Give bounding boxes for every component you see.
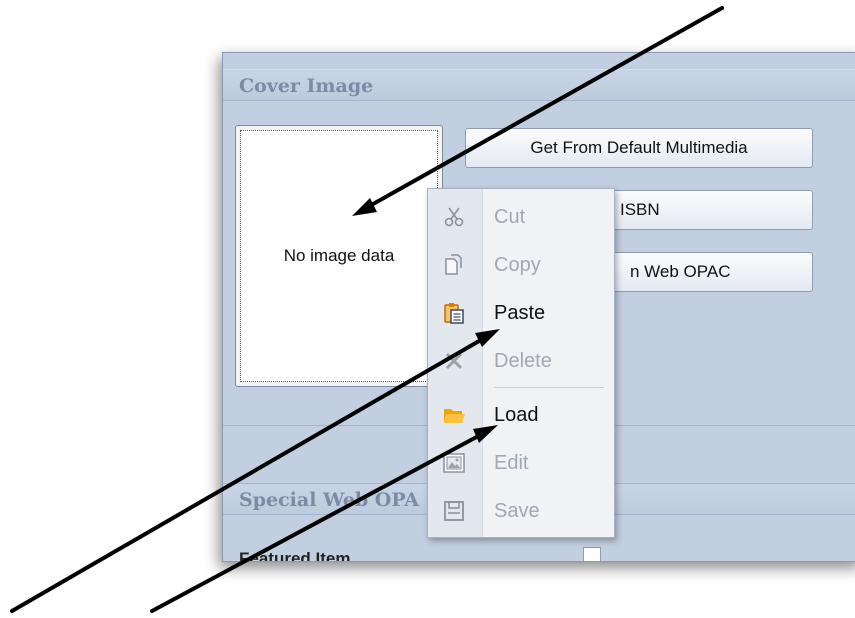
arrow-to-paste [10, 335, 488, 613]
arrow-head [473, 425, 498, 443]
arrow-head [352, 198, 377, 216]
arrow-head [475, 329, 500, 347]
screenshot-stage: Cover Image No image data Get From Defau… [0, 0, 855, 618]
annotation-arrows [10, 6, 724, 613]
arrow-to-load [150, 431, 486, 613]
arrow-to-image-box [364, 6, 724, 210]
